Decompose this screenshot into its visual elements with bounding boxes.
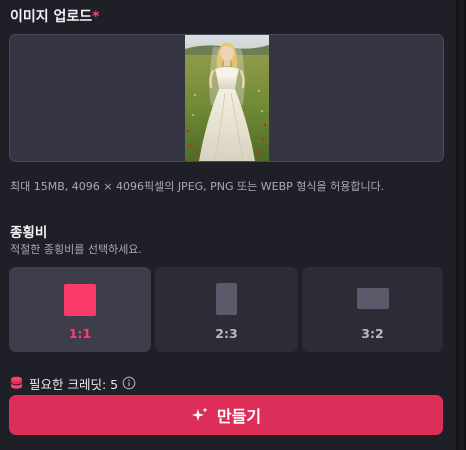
aspect-ratio-title: 종횡비 <box>10 225 48 241</box>
landscape-shape-icon <box>357 288 389 309</box>
scrollbar[interactable] <box>456 0 466 450</box>
ratio-option-1-1[interactable]: 1:1 <box>9 267 151 352</box>
ratio-option-3-2[interactable]: 3:2 <box>302 267 443 352</box>
ratio-option-label: 3:2 <box>361 326 384 341</box>
portrait-shape-icon <box>216 283 237 315</box>
credits-label: 필요한 크레딧: 5 <box>29 376 119 392</box>
upload-hint: 최대 15MB, 4096 × 4096픽셀의 JPEG, PNG 또는 WEB… <box>10 180 385 193</box>
uploaded-image-preview <box>185 35 269 161</box>
ratio-option-label: 1:1 <box>68 326 92 341</box>
credits-required: 필요한 크레딧: 5 <box>10 374 136 392</box>
generate-button[interactable]: 만들기 <box>9 395 443 435</box>
aspect-ratio-subtitle: 적절한 종횡비를 선택하세요. <box>10 243 142 256</box>
upload-title-text: 이미지 업로드 <box>10 9 93 25</box>
square-shape-icon <box>64 284 96 316</box>
coin-stack-icon <box>11 376 22 389</box>
sparkle-icon <box>191 407 208 421</box>
ratio-option-label: 2:3 <box>215 326 238 341</box>
upload-section-title: 이미지 업로드* <box>10 6 99 26</box>
scrollbar-thumb[interactable] <box>458 0 464 450</box>
ratio-option-2-3[interactable]: 2:3 <box>155 267 298 352</box>
info-icon[interactable] <box>122 376 136 390</box>
image-dropzone[interactable] <box>9 34 444 162</box>
required-mark: * <box>92 9 100 25</box>
bride-in-field-image <box>185 35 269 161</box>
generate-button-label: 만들기 <box>216 407 262 426</box>
